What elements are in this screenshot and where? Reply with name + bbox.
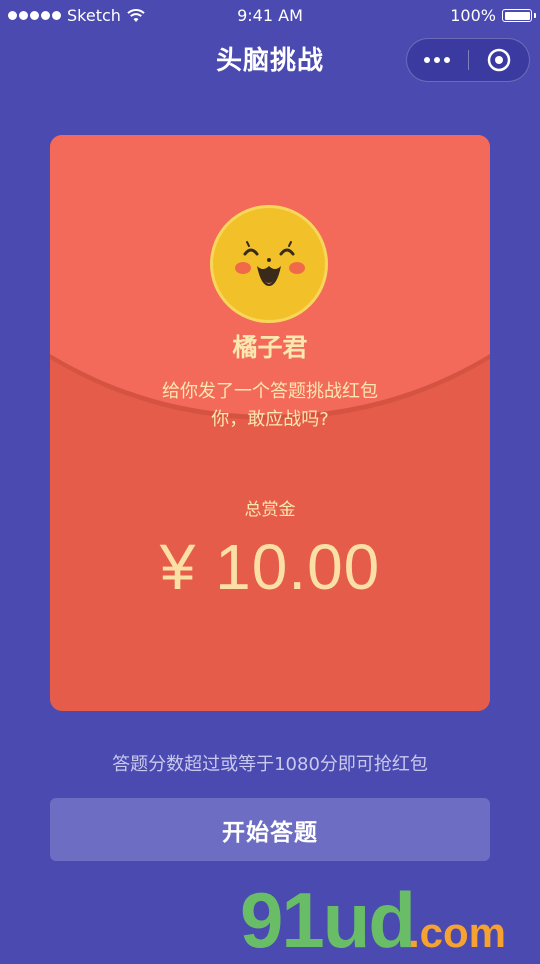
- mini-program-capsule: [406, 38, 530, 82]
- message-line-1: 给你发了一个答题挑战红包: [162, 381, 378, 402]
- smiley-face-icon: [235, 241, 305, 286]
- red-envelope-card: 橘子君 给你发了一个答题挑战红包 你，敢应战吗? 总赏金 ¥ 10.00: [50, 135, 490, 711]
- reward-amount: ¥ 10.00: [159, 531, 381, 603]
- battery-icon: [502, 9, 536, 22]
- watermark-main: 91ud: [240, 876, 416, 964]
- close-button[interactable]: [468, 39, 529, 81]
- rule-text: 答题分数超过或等于1080分即可抢红包: [112, 754, 428, 775]
- battery-percent: 100%: [450, 6, 496, 25]
- watermark-sub: .com: [408, 909, 507, 956]
- more-button[interactable]: [407, 39, 468, 81]
- reward-label: 总赏金: [244, 500, 296, 520]
- sender-name: 橘子君: [232, 333, 308, 362]
- target-circle-icon: [487, 48, 510, 72]
- status-right: 100%: [450, 6, 536, 25]
- challenge-message: 给你发了一个答题挑战红包 你，敢应战吗?: [50, 378, 490, 434]
- status-bar: Sketch 9:41 AM 100%: [0, 0, 540, 32]
- more-dots-icon: [424, 57, 431, 63]
- avatar: [210, 205, 328, 323]
- watermark-logo: 91ud .com: [240, 880, 540, 960]
- start-quiz-button[interactable]: 开始答题: [50, 798, 490, 861]
- message-line-2: 你，敢应战吗?: [211, 409, 329, 430]
